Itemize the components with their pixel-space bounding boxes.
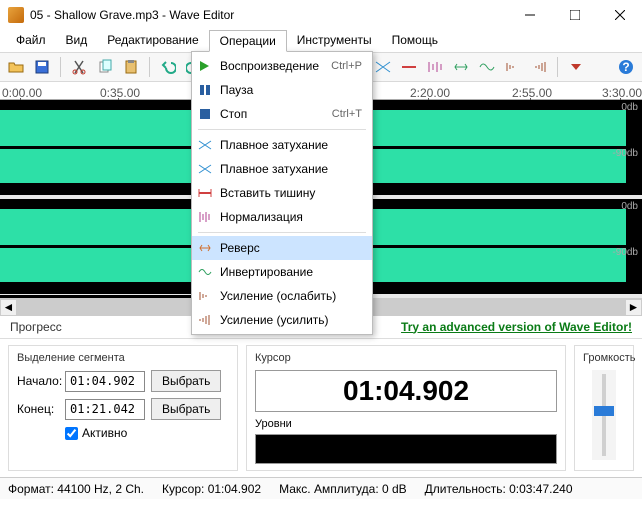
cursor-value: 01:04.902 [266,375,546,407]
copy-button[interactable] [93,55,117,79]
cursor-display: 01:04.902 [255,370,557,412]
menubar: Файл Вид Редактирование Операции Инструм… [0,30,642,52]
segment-start-label: Начало: [17,374,59,388]
fadeout-icon [196,160,214,178]
undo-button[interactable] [156,55,180,79]
ruler-tick: 0:35.00 [100,86,140,100]
segment-title: Выделение сегмента [17,352,229,364]
settings-button[interactable] [564,55,588,79]
fx-silence-button[interactable] [397,55,421,79]
menu-invert[interactable]: Инвертирование [192,260,372,284]
progress-label: Прогресс [10,320,62,334]
status-duration: Длительность: 0:03:47.240 [425,482,573,496]
cut-button[interactable] [67,55,91,79]
menu-play[interactable]: Воспроизведение Ctrl+P [192,54,372,78]
maximize-button[interactable] [552,0,597,30]
menu-pause[interactable]: Пауза [192,78,372,102]
ruler-tick: 2:20.00 [410,86,450,100]
paste-button[interactable] [119,55,143,79]
menu-view[interactable]: Вид [56,30,98,52]
db-label: -90db [612,148,638,159]
segment-end-input[interactable] [65,399,145,420]
fadein-icon [196,136,214,154]
ruler-tick: 3:30.00 [602,86,642,100]
amp-up-icon [196,311,214,329]
ruler-tick: 0:00.00 [2,86,42,100]
open-button[interactable] [4,55,28,79]
menu-tools[interactable]: Инструменты [287,30,382,52]
status-format: Формат: 44100 Hz, 2 Ch. [8,482,144,496]
scroll-right-icon[interactable]: ► [625,299,642,316]
help-button[interactable]: ? [614,55,638,79]
app-icon [8,7,24,23]
db-label: 0db [621,201,638,212]
titlebar: 05 - Shallow Grave.mp3 - Wave Editor [0,0,642,30]
svg-text:?: ? [622,60,629,74]
segment-start-select-button[interactable]: Выбрать [151,370,221,392]
menu-fadein[interactable]: Плавное затухание [192,133,372,157]
stop-icon [196,105,214,123]
window-title: 05 - Shallow Grave.mp3 - Wave Editor [30,8,507,22]
status-cursor: Курсор: 01:04.902 [162,482,261,496]
upgrade-link[interactable]: Try an advanced version of Wave Editor! [401,320,632,334]
menu-amp-up[interactable]: Усиление (усилить) [192,308,372,332]
volume-title: Громкость [583,352,625,364]
segment-end-label: Конец: [17,402,59,416]
panel-area: Выделение сегмента Начало: Выбрать Конец… [0,339,642,477]
cursor-panel: Курсор 01:04.902 Уровни [246,345,566,471]
segment-active-label: Активно [82,426,127,440]
fx-ampup-button[interactable] [527,55,551,79]
segment-panel: Выделение сегмента Начало: Выбрать Конец… [8,345,238,471]
levels-meter [255,434,557,464]
fx-reverse-button[interactable] [449,55,473,79]
ruler-tick: 2:55.00 [512,86,552,100]
db-label: 0db [621,102,638,113]
volume-panel: Громкость [574,345,634,471]
menu-fadeout[interactable]: Плавное затухание [192,157,372,181]
scroll-left-icon[interactable]: ◄ [0,299,17,316]
cursor-title: Курсор [255,352,557,364]
segment-active-checkbox[interactable] [65,427,78,440]
fx-fadeout-button[interactable] [371,55,395,79]
db-label: -90db [612,247,638,258]
minimize-button[interactable] [507,0,552,30]
fx-normalize-button[interactable] [423,55,447,79]
menu-help[interactable]: Помощь [382,30,448,52]
levels-label: Уровни [255,418,557,430]
reverse-icon [196,239,214,257]
pause-icon [196,81,214,99]
menu-edit[interactable]: Редактирование [97,30,208,52]
triangle-down-icon [571,64,581,70]
segment-end-select-button[interactable]: Выбрать [151,398,221,420]
menu-file[interactable]: Файл [6,30,56,52]
close-button[interactable] [597,0,642,30]
normalize-icon [196,208,214,226]
statusbar: Формат: 44100 Hz, 2 Ch. Курсор: 01:04.90… [0,477,642,499]
segment-start-input[interactable] [65,371,145,392]
menu-stop[interactable]: Стоп Ctrl+T [192,102,372,126]
status-amplitude: Макс. Амплитуда: 0 dB [279,482,407,496]
amp-down-icon [196,287,214,305]
menu-operations[interactable]: Операции [209,30,287,52]
volume-thumb[interactable] [594,406,614,416]
silence-icon [196,184,214,202]
menu-silence[interactable]: Вставить тишину [192,181,372,205]
save-button[interactable] [30,55,54,79]
menu-normalize[interactable]: Нормализация [192,205,372,229]
play-icon [196,57,214,75]
fx-ampdown-button[interactable] [501,55,525,79]
fx-invert-button[interactable] [475,55,499,79]
invert-icon [196,263,214,281]
volume-slider[interactable] [592,370,616,460]
operations-dropdown[interactable]: Воспроизведение Ctrl+P Пауза Стоп Ctrl+T… [191,51,373,335]
menu-reverse[interactable]: Реверс [192,236,372,260]
menu-amp-down[interactable]: Усиление (ослабить) [192,284,372,308]
